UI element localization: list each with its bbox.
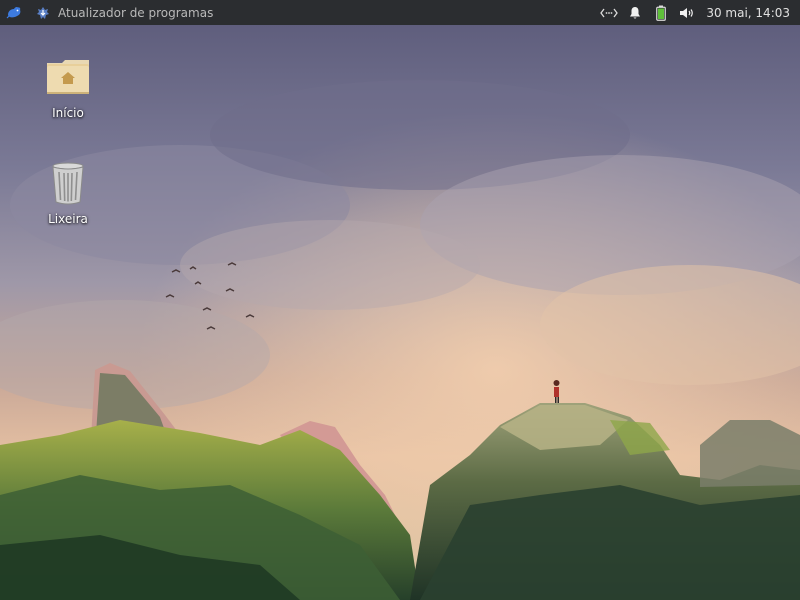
taskbar-item-software-updater[interactable]: Atualizador de programas <box>28 0 219 25</box>
volume-indicator[interactable] <box>674 0 700 25</box>
system-tray: 30 mai, 14:03 <box>596 0 800 25</box>
panel-clock[interactable]: 30 mai, 14:03 <box>700 6 800 20</box>
network-wired-icon <box>600 8 619 17</box>
taskbar-item-label: Atualizador de programas <box>58 5 214 20</box>
desktop-icon-label: Lixeira <box>48 212 88 226</box>
speaker-icon <box>680 7 694 18</box>
applications-menu-button[interactable] <box>0 0 28 25</box>
bell-icon <box>630 6 641 19</box>
network-indicator[interactable] <box>596 0 622 25</box>
desktop-icon-home[interactable]: Início <box>28 54 108 120</box>
desktop-icon-trash[interactable]: Lixeira <box>28 160 108 226</box>
notifications-indicator[interactable] <box>622 0 648 25</box>
battery-indicator[interactable] <box>648 0 674 25</box>
desktop-wallpaper <box>0 25 800 600</box>
trash-icon <box>52 162 84 205</box>
desktop-icon-label: Início <box>52 106 84 120</box>
battery-icon <box>656 5 667 21</box>
home-folder-icon <box>47 60 89 94</box>
xfce-mouse-icon <box>6 6 21 18</box>
top-panel: Atualizador de programas 30 mai, 14:03 <box>0 0 800 25</box>
software-updater-icon <box>37 6 49 19</box>
